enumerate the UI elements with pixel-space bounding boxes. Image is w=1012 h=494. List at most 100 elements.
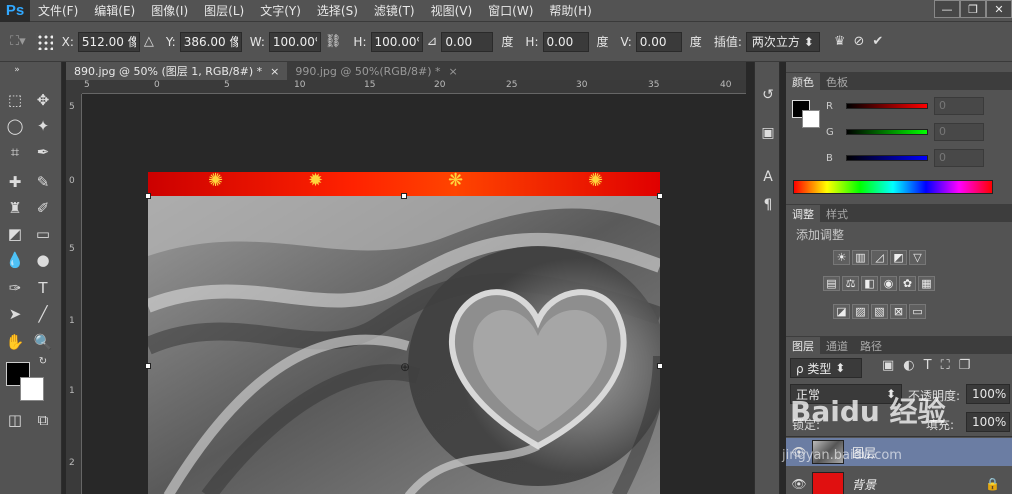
menu-view[interactable]: 视图(V) [423,0,481,22]
eyedropper-icon[interactable]: ✒ [30,140,56,164]
opacity-input[interactable]: 100% [966,384,1010,404]
red-value-field[interactable]: 0 [934,97,984,115]
link-icon[interactable]: ⛓ [325,34,342,49]
tab-channels[interactable]: 通道 [820,337,854,354]
pen-icon[interactable]: ✑ [2,276,28,300]
tab-890-jpg[interactable]: 890.jpg @ 50% (图层 1, RGB/8#) * × [66,62,288,80]
tab-990-jpg[interactable]: 990.jpg @ 50%(RGB/8#) * × [287,62,465,80]
color-spectrum[interactable] [793,180,993,194]
visibility-eye-icon[interactable]: 👁 [786,477,812,491]
tab-close-icon[interactable]: × [270,65,279,78]
tab-styles[interactable]: 样式 [820,205,854,222]
curves-icon[interactable]: ◿ [871,250,888,265]
gradient-icon[interactable]: ▭ [30,222,56,246]
menu-help[interactable]: 帮助(H) [541,0,599,22]
rotate-input[interactable] [441,31,494,52]
transform-handle[interactable] [657,193,663,199]
3d-icon[interactable]: ▣ [759,124,777,142]
character-icon[interactable]: A [759,168,777,186]
color-lookup-icon[interactable]: ▦ [918,276,935,291]
swap-colors-icon[interactable]: ↻ [36,354,50,368]
delta-icon[interactable]: △ [144,34,154,49]
transform-handle[interactable] [145,363,151,369]
y-position-input[interactable] [179,31,242,52]
blue-value-field[interactable]: 0 [934,149,984,167]
menu-window[interactable]: 窗口(W) [480,0,541,22]
fill-input[interactable]: 100% [966,412,1010,432]
lasso-icon[interactable]: ◯ [2,114,28,138]
tab-adjustments[interactable]: 调整 [786,205,820,222]
menu-layer[interactable]: 图层(L) [196,0,252,22]
blur-icon[interactable]: 💧 [2,248,28,272]
vskew-input[interactable] [635,31,682,52]
marquee-icon[interactable]: ⬚ [2,88,28,112]
levels-icon[interactable]: ▥ [852,250,869,265]
close-window-icon[interactable]: ✕ [986,0,1012,18]
green-value-field[interactable]: 0 [934,123,984,141]
hskew-input[interactable] [542,31,589,52]
invert-icon[interactable]: ◪ [833,304,850,319]
black-white-icon[interactable]: ◧ [861,276,878,291]
quick-mask-icon[interactable]: ◫ [2,408,28,432]
line-icon[interactable]: ╱ [30,302,56,326]
hand-icon[interactable]: ✋ [2,330,28,354]
reference-point-icon[interactable] [35,32,54,51]
tab-color[interactable]: 颜色 [786,73,820,90]
history-icon[interactable]: ↺ [759,86,777,104]
eraser-icon[interactable]: ◩ [2,222,28,246]
magic-wand-icon[interactable]: ✦ [30,114,56,138]
cancel-transform-icon[interactable]: ⊘ [854,34,865,49]
move-icon[interactable]: ✥ [30,88,56,112]
vibrance-icon[interactable]: ▽ [909,250,926,265]
menu-image[interactable]: 图像(I) [143,0,196,22]
tab-close-icon[interactable]: × [449,65,458,78]
tab-swatches[interactable]: 色板 [820,73,854,90]
red-slider[interactable] [846,103,928,109]
crop-icon[interactable]: ⌗ [2,140,28,164]
type-icon[interactable]: T [30,276,56,300]
tab-layers[interactable]: 图层 [786,337,820,354]
layer-filter-icons[interactable]: ▣◐T⛶❐ [882,358,979,373]
path-select-icon[interactable]: ➤ [2,302,28,326]
commit-transform-icon[interactable]: ✔ [872,34,883,49]
tab-paths[interactable]: 路径 [854,337,888,354]
background-color-swatch[interactable] [20,377,44,401]
paragraph-icon[interactable]: ¶ [759,196,777,214]
width-input[interactable] [268,31,321,52]
gradient-map-icon[interactable]: ▭ [909,304,926,319]
minimize-icon[interactable]: — [934,0,960,18]
dodge-icon[interactable]: ● [30,248,56,272]
screen-mode-icon[interactable]: ⧉ [30,408,56,432]
posterize-icon[interactable]: ▨ [852,304,869,319]
clone-stamp-icon[interactable]: ♜ [2,196,28,220]
x-position-input[interactable] [77,31,140,52]
satin-heart-layer-image[interactable] [148,196,660,494]
menu-select[interactable]: 选择(S) [309,0,366,22]
transform-handle[interactable] [145,193,151,199]
transform-center-icon[interactable]: ⊕ [400,360,410,374]
transform-handle[interactable] [401,193,407,199]
history-brush-icon[interactable]: ✐ [30,196,56,220]
exposure-icon[interactable]: ◩ [890,250,907,265]
selective-color-icon[interactable]: ⊠ [890,304,907,319]
canvas-area[interactable]: ✺ ✹ ❋ ✺ ⊕ [82,94,746,494]
menu-type[interactable]: 文字(Y) [252,0,309,22]
brightness-icon[interactable]: ☀ [833,250,850,265]
height-input[interactable] [370,31,423,52]
hue-sat-icon[interactable]: ▤ [823,276,840,291]
transform-tool-icon[interactable]: ⛶▾ [10,34,26,49]
menu-filter[interactable]: 滤镜(T) [366,0,423,22]
channel-mixer-icon[interactable]: ✿ [899,276,916,291]
color-balance-icon[interactable]: ⚖ [842,276,859,291]
zoom-icon[interactable]: 🔍 [30,330,56,354]
menu-file[interactable]: 文件(F) [30,0,86,22]
transform-handle[interactable] [657,363,663,369]
layer-filter-select[interactable]: ρ 类型 ⬍ [790,358,862,378]
menu-edit[interactable]: 编辑(E) [86,0,143,22]
layer-row-background[interactable]: 👁 背景 🔒 [786,470,1012,494]
healing-brush-icon[interactable]: ✚ [2,170,28,194]
photo-filter-icon[interactable]: ◉ [880,276,897,291]
restore-icon[interactable]: ❐ [960,0,986,18]
brush-icon[interactable]: ✎ [30,170,56,194]
interpolation-select[interactable]: 两次立方 ⬍ [745,31,820,52]
